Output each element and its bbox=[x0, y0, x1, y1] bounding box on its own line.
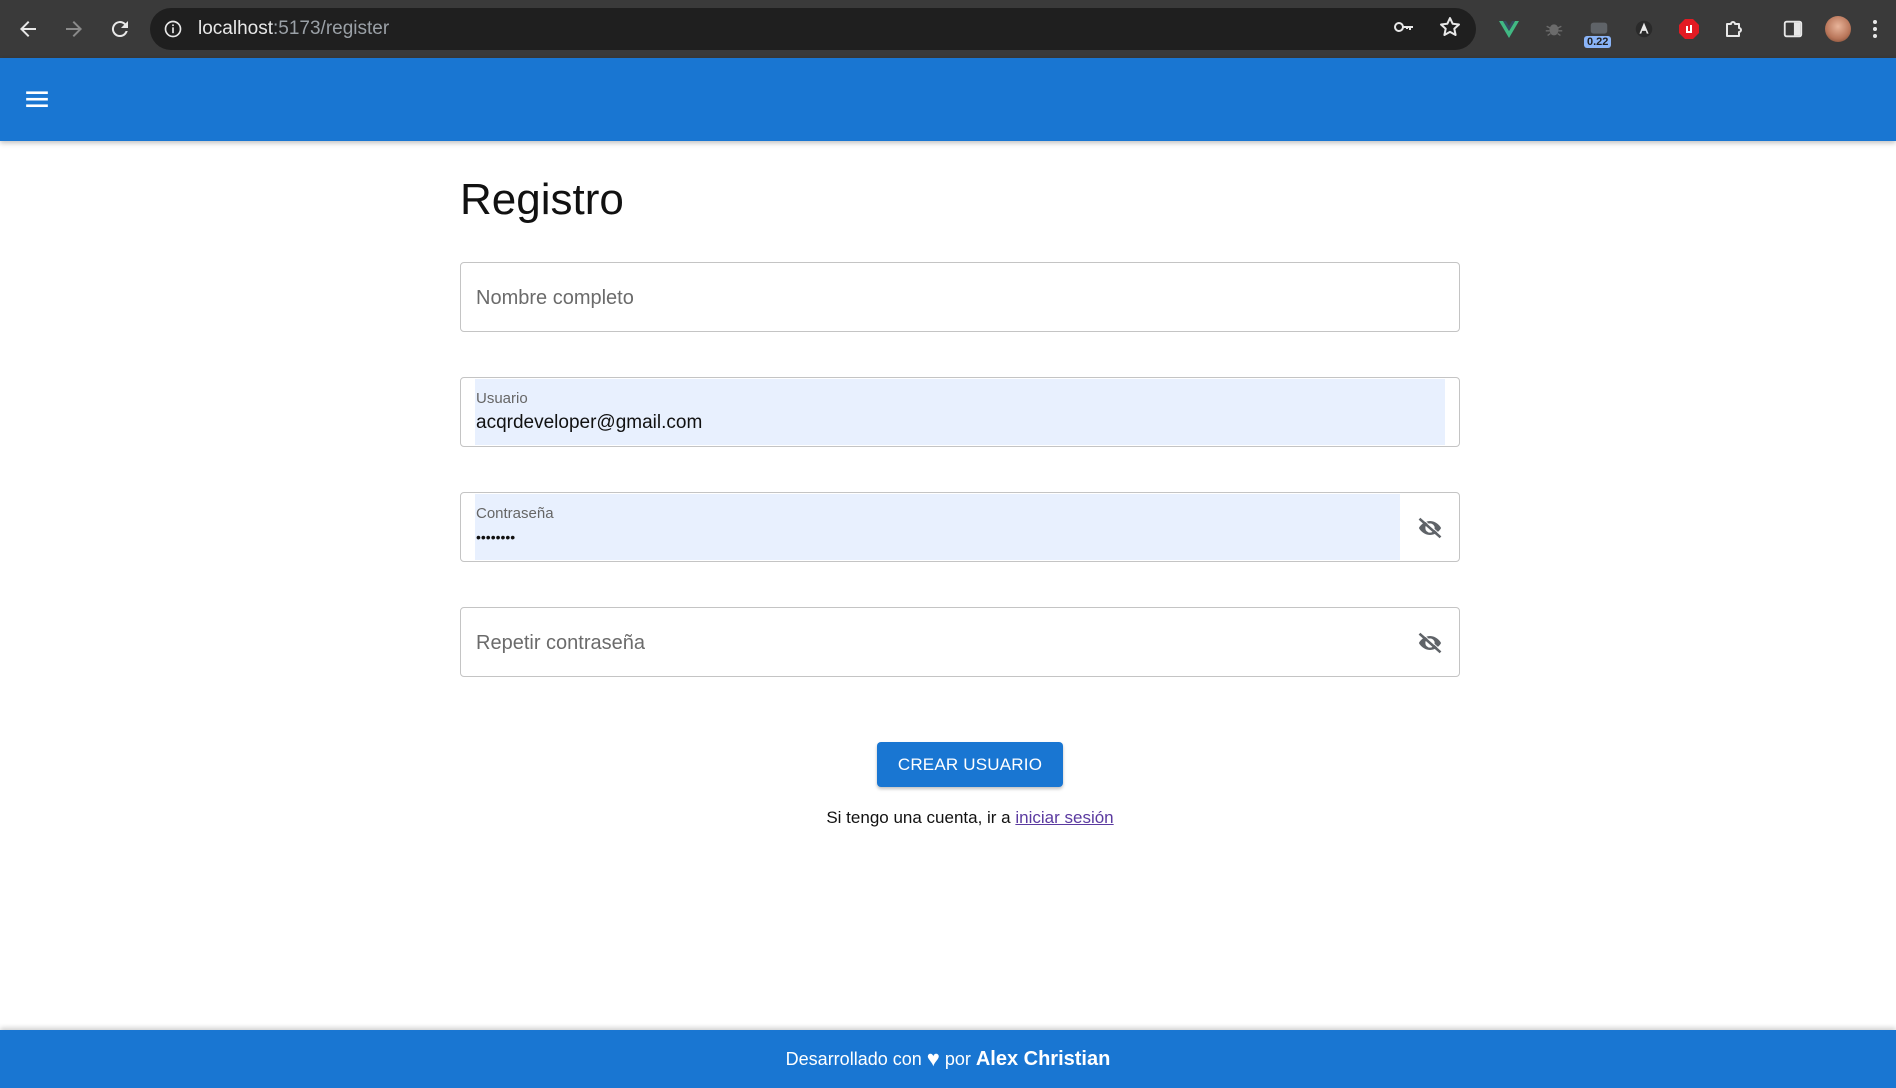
username-label: Usuario bbox=[476, 390, 528, 407]
fullname-placeholder: Nombre completo bbox=[476, 287, 634, 309]
url-path: :5173/register bbox=[273, 18, 390, 39]
forward-arrow-icon bbox=[66, 21, 82, 37]
login-prompt: Si tengo una cuenta, ir a iniciar sesión bbox=[460, 808, 1460, 828]
star-icon[interactable] bbox=[1438, 15, 1462, 44]
adblock-extension-icon[interactable] bbox=[1676, 16, 1702, 42]
puzzle-icon[interactable] bbox=[1721, 16, 1747, 42]
avatar-image bbox=[1825, 16, 1851, 42]
menu-icon[interactable] bbox=[18, 80, 56, 118]
key-icon[interactable] bbox=[1392, 15, 1416, 44]
profile-avatar[interactable] bbox=[1825, 16, 1851, 42]
footer-by: por bbox=[944, 1048, 971, 1069]
footer: Desarrollado con ♥ por Alex Christian bbox=[0, 1030, 1896, 1088]
password-value: •••••••• bbox=[476, 529, 516, 545]
reload-button[interactable] bbox=[98, 7, 142, 51]
angular-extension-icon[interactable] bbox=[1631, 16, 1657, 42]
info-icon[interactable] bbox=[162, 18, 184, 40]
address-bar[interactable]: localhost:5173/register bbox=[150, 8, 1476, 50]
url-host: localhost bbox=[198, 18, 273, 39]
heart-icon: ♥ bbox=[926, 1046, 940, 1071]
forward-button[interactable] bbox=[52, 7, 96, 51]
back-button[interactable] bbox=[6, 7, 50, 51]
repeat-password-placeholder: Repetir contraseña bbox=[476, 632, 645, 654]
browser-menu-icon[interactable] bbox=[1870, 16, 1880, 42]
bug-extension-icon[interactable] bbox=[1541, 16, 1567, 42]
login-prompt-text: Si tengo una cuenta, ir a bbox=[826, 808, 1011, 827]
counter-extension-icon[interactable]: 0.22 bbox=[1584, 16, 1612, 48]
extension-badge: 0.22 bbox=[1584, 36, 1612, 48]
app-bar bbox=[0, 58, 1896, 141]
password-label: Contraseña bbox=[476, 505, 554, 522]
username-value: acqrdeveloper@gmail.com bbox=[476, 412, 703, 433]
browser-toolbar: localhost:5173/register 0.22 bbox=[0, 0, 1896, 58]
url-text[interactable]: localhost:5173/register bbox=[198, 18, 389, 40]
vue-devtools-icon[interactable] bbox=[1496, 16, 1522, 42]
footer-author: Alex Christian bbox=[975, 1047, 1111, 1070]
username-field[interactable]: Usuario acqrdeveloper@gmail.com bbox=[460, 377, 1460, 447]
page-title: Registro bbox=[460, 175, 624, 224]
reload-icon bbox=[111, 21, 128, 38]
eye-off-icon[interactable] bbox=[1415, 514, 1445, 542]
login-link[interactable]: iniciar sesión bbox=[1015, 808, 1113, 827]
fullname-field[interactable]: Nombre completo bbox=[460, 262, 1460, 332]
repeat-password-field[interactable]: Repetir contraseña bbox=[460, 607, 1460, 677]
password-field[interactable]: Contraseña •••••••• bbox=[460, 492, 1460, 562]
footer-prefix: Desarrollado con bbox=[785, 1048, 922, 1069]
create-user-button[interactable]: CREAR USUARIO bbox=[877, 742, 1063, 787]
eye-off-icon[interactable] bbox=[1415, 629, 1445, 657]
back-arrow-icon bbox=[20, 21, 36, 37]
sidepanel-icon[interactable] bbox=[1780, 16, 1806, 42]
